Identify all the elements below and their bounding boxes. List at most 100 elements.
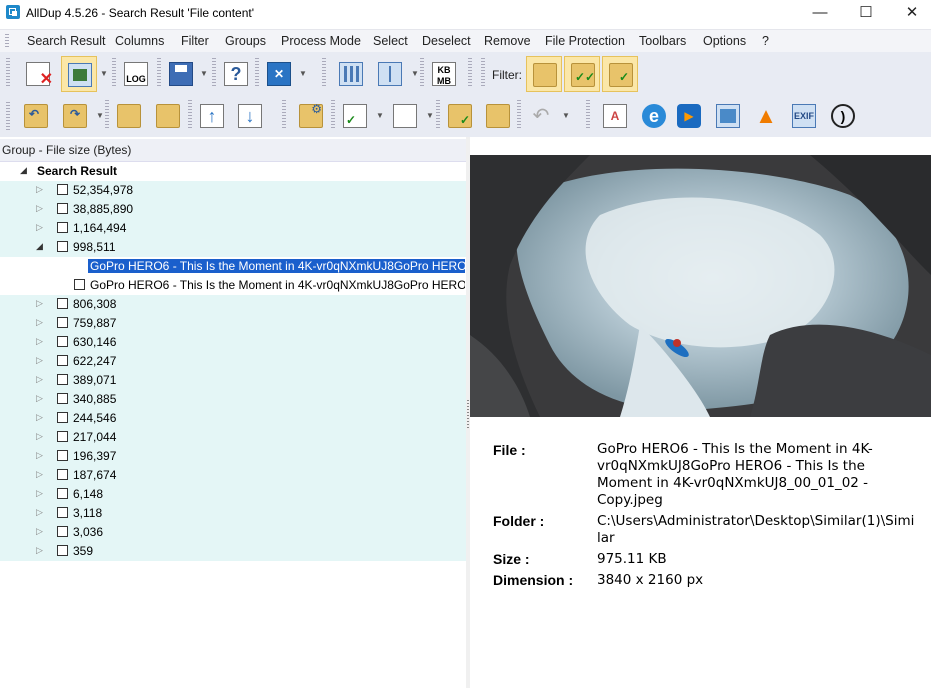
menu-file-protection[interactable]: File Protection: [545, 34, 625, 48]
collapsed-arrow-icon[interactable]: ▷: [36, 393, 43, 404]
group-row[interactable]: ▷ 630,146: [0, 333, 466, 352]
group-checkbox[interactable]: [57, 222, 68, 233]
audio-player-button[interactable]: ): [825, 98, 861, 134]
minimize-button[interactable]: —: [797, 0, 843, 27]
file-row[interactable]: GoPro HERO6 - This Is the Moment in 4K-v…: [0, 276, 466, 295]
file-row-selected[interactable]: GoPro HERO6 - This Is the Moment in 4K-v…: [0, 257, 466, 276]
menu-help[interactable]: ?: [762, 34, 769, 48]
group-row[interactable]: ▷ 52,354,978: [0, 181, 466, 200]
group-row[interactable]: ▷ 359: [0, 542, 466, 561]
group-row[interactable]: ▷ 6,148: [0, 485, 466, 504]
open-text-viewer-button[interactable]: A: [597, 98, 633, 134]
open-browser-button[interactable]: e: [636, 98, 672, 134]
group-row[interactable]: ▷ 389,071: [0, 371, 466, 390]
collapse-all-button[interactable]: [111, 98, 147, 134]
group-row[interactable]: ▷ 759,887: [0, 314, 466, 333]
save-dropdown-icon[interactable]: ▼: [200, 69, 208, 78]
group-row[interactable]: ▷ 3,118: [0, 504, 466, 523]
group-checkbox[interactable]: [57, 545, 68, 556]
check-dropdown-icon[interactable]: ▼: [376, 111, 384, 120]
save-button[interactable]: [163, 56, 199, 92]
collapsed-arrow-icon[interactable]: ▷: [36, 545, 43, 556]
previous-group-button[interactable]: ↶: [18, 98, 54, 134]
group-checkbox[interactable]: [57, 507, 68, 518]
file-checkbox[interactable]: [74, 260, 85, 271]
open-media-player-button[interactable]: ▶: [671, 98, 707, 134]
column-width-dropdown-icon[interactable]: ▼: [411, 69, 419, 78]
filter-all-button[interactable]: [526, 56, 562, 92]
group-row[interactable]: ▷ 340,885: [0, 390, 466, 409]
navigate-dropdown-icon[interactable]: ▼: [96, 111, 104, 120]
check-file-button[interactable]: ✓: [337, 98, 373, 134]
collapsed-arrow-icon[interactable]: ▷: [36, 488, 43, 499]
menu-toolbars[interactable]: Toolbars: [639, 34, 686, 48]
size-unit-button[interactable]: KB MB: [426, 56, 462, 92]
group-row[interactable]: ▷ 806,308: [0, 295, 466, 314]
exif-button[interactable]: EXIF: [786, 98, 822, 134]
collapsed-arrow-icon[interactable]: ▷: [36, 203, 43, 214]
group-checkbox[interactable]: [57, 393, 68, 404]
group-row[interactable]: ▷ 187,674: [0, 466, 466, 485]
group-row[interactable]: ▷ 3,036: [0, 523, 466, 542]
close-dropdown-icon[interactable]: ▼: [299, 69, 307, 78]
collapsed-arrow-icon[interactable]: ▷: [36, 469, 43, 480]
next-group-button[interactable]: ↷: [57, 98, 93, 134]
group-checkbox[interactable]: [57, 317, 68, 328]
collapsed-arrow-icon[interactable]: ▷: [36, 374, 43, 385]
menu-deselect[interactable]: Deselect: [422, 34, 471, 48]
group-checkbox[interactable]: [57, 355, 68, 366]
menu-remove[interactable]: Remove: [484, 34, 531, 48]
collapsed-arrow-icon[interactable]: ▷: [36, 336, 43, 347]
group-checkbox[interactable]: [57, 241, 68, 252]
filter-checked-button[interactable]: ✓✓: [564, 56, 600, 92]
splitter-grip-icon[interactable]: [467, 400, 469, 430]
menu-columns[interactable]: Columns: [115, 34, 164, 48]
group-row[interactable]: ▷ 217,044: [0, 428, 466, 447]
stop-search-button[interactable]: ✕: [20, 56, 56, 92]
expanded-arrow-icon[interactable]: ◢: [36, 241, 43, 252]
collapsed-arrow-icon[interactable]: ▷: [36, 298, 43, 309]
undo-button[interactable]: ↶: [523, 98, 559, 134]
move-down-button[interactable]: ↓: [232, 98, 268, 134]
collapsed-arrow-icon[interactable]: ▷: [36, 450, 43, 461]
log-button[interactable]: LOG: [118, 56, 154, 92]
group-row[interactable]: ▷ 38,885,890: [0, 200, 466, 219]
preview-toggle-button[interactable]: [61, 56, 97, 92]
close-results-button[interactable]: ✕: [261, 56, 297, 92]
folder-settings-button[interactable]: ⚙: [293, 98, 329, 134]
tree-root-item[interactable]: ◢ Search Result: [0, 162, 466, 181]
maximize-button[interactable]: ☐: [843, 0, 889, 27]
preview-dropdown-icon[interactable]: ▼: [100, 69, 108, 78]
group-row[interactable]: ▷ 196,397: [0, 447, 466, 466]
open-image-viewer-button[interactable]: [710, 98, 746, 134]
group-row[interactable]: ▷ 1,164,494: [0, 219, 466, 238]
column-width-button[interactable]: [372, 56, 408, 92]
uncheck-dropdown-icon[interactable]: ▼: [426, 111, 434, 120]
columns-button[interactable]: [333, 56, 369, 92]
collapsed-arrow-icon[interactable]: ▷: [36, 507, 43, 518]
collapsed-arrow-icon[interactable]: ▷: [36, 222, 43, 233]
expand-all-button[interactable]: [150, 98, 186, 134]
collapsed-arrow-icon[interactable]: ▷: [36, 184, 43, 195]
collapsed-arrow-icon[interactable]: ▷: [36, 412, 43, 423]
group-checkbox[interactable]: [57, 469, 68, 480]
group-row-expanded[interactable]: ◢ 998,511: [0, 238, 466, 257]
group-checkbox[interactable]: [57, 298, 68, 309]
check-folder-button[interactable]: ✓: [442, 98, 478, 134]
group-checkbox[interactable]: [57, 488, 68, 499]
collapsed-arrow-icon[interactable]: ▷: [36, 355, 43, 366]
collapsed-arrow-icon[interactable]: ▷: [36, 526, 43, 537]
undo-dropdown-icon[interactable]: ▼: [562, 111, 570, 120]
menu-filter[interactable]: Filter: [181, 34, 209, 48]
file-checkbox[interactable]: [74, 279, 85, 290]
group-checkbox[interactable]: [57, 336, 68, 347]
group-checkbox[interactable]: [57, 184, 68, 195]
group-checkbox[interactable]: [57, 412, 68, 423]
group-row[interactable]: ▷ 622,247: [0, 352, 466, 371]
group-checkbox[interactable]: [57, 203, 68, 214]
group-checkbox[interactable]: [57, 431, 68, 442]
expanded-arrow-icon[interactable]: ◢: [20, 165, 27, 176]
close-button[interactable]: ✕: [889, 0, 931, 27]
uncheck-folder-button[interactable]: [480, 98, 516, 134]
menu-groups[interactable]: Groups: [225, 34, 266, 48]
